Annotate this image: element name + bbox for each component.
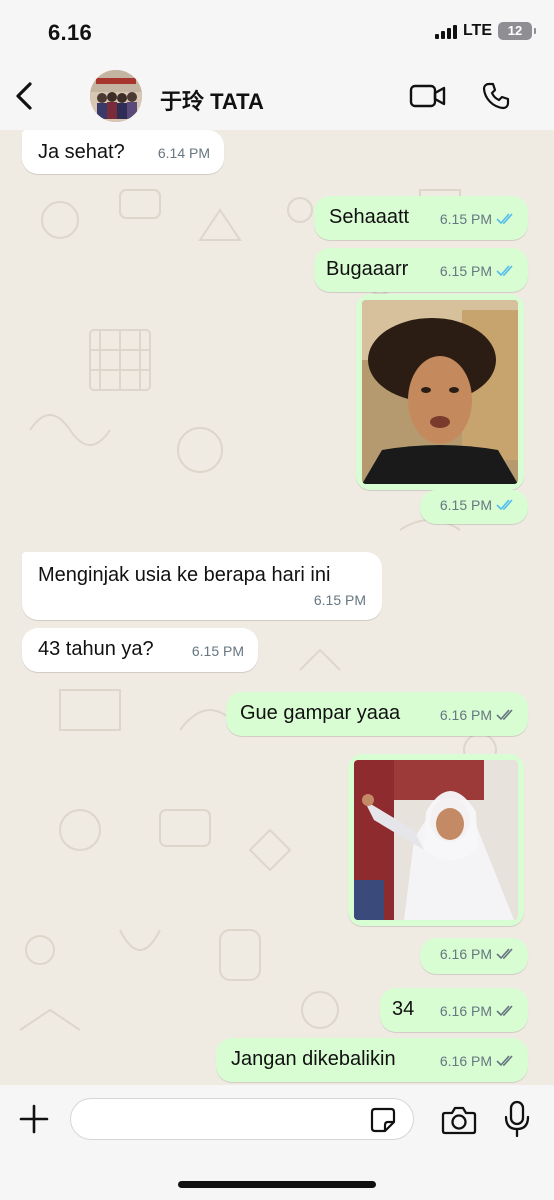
message-bubble-outgoing[interactable]: Sehaaatt 6.15 PM — [314, 196, 528, 240]
microphone-button[interactable] — [502, 1099, 532, 1139]
delivered-ticks-icon — [496, 1055, 513, 1067]
message-bubble-incoming[interactable]: 43 tahun ya? 6.15 PM — [22, 628, 258, 672]
voice-call-button[interactable] — [478, 78, 514, 114]
attach-button[interactable] — [16, 1101, 52, 1137]
message-bubble-incoming[interactable]: Menginjak usia ke berapa hari ini 6.15 P… — [22, 552, 382, 620]
delivered-ticks-icon — [496, 1005, 513, 1017]
sticker-button[interactable] — [368, 1105, 398, 1135]
plus-icon — [19, 1104, 49, 1134]
camera-button[interactable] — [440, 1103, 478, 1137]
message-time: 6.15 PM — [440, 258, 516, 284]
chevron-left-icon — [16, 82, 32, 110]
chat-area[interactable]: Ja sehat? 6.14 PM Sehaaatt 6.15 PM Bugaa… — [0, 130, 554, 1085]
read-ticks-icon — [496, 265, 513, 277]
battery-icon: 12 — [498, 22, 536, 40]
phone-icon — [482, 82, 510, 110]
delivered-ticks-icon — [496, 948, 513, 960]
message-time: 6.16 PM — [440, 941, 516, 967]
sticker-icon — [370, 1107, 396, 1133]
message-time: 6.16 PM — [440, 998, 516, 1024]
network-type: LTE — [462, 22, 492, 39]
contact-name[interactable]: 于玲 TATA — [160, 84, 264, 116]
message-time: 6.15 PM — [313, 592, 366, 608]
message-text: Ja sehat? — [38, 141, 125, 163]
message-text: Bugaaarr — [326, 258, 409, 280]
photo-girl-hijab[interactable] — [354, 760, 518, 920]
back-button[interactable] — [10, 78, 38, 114]
message-bubble-outgoing[interactable]: Gue gampar yaaa 6.16 PM — [226, 692, 528, 736]
video-camera-icon — [409, 84, 446, 108]
avatar-photo — [90, 70, 142, 122]
message-input[interactable] — [70, 1098, 414, 1140]
camera-icon — [441, 1106, 477, 1135]
message-bubble-outgoing[interactable]: 34 6.16 PM — [380, 988, 528, 1032]
message-bubble-outgoing[interactable]: Jangan dikebalikin 6.16 PM — [216, 1038, 528, 1082]
read-ticks-icon — [496, 213, 513, 225]
message-text: Sehaaatt — [329, 206, 410, 228]
image-message[interactable] — [348, 754, 524, 926]
image-message-time-bubble: 6.16 PM — [420, 938, 528, 974]
status-time: 6.16 — [48, 20, 93, 45]
message-text: Jangan dikebalikin — [231, 1048, 396, 1070]
avatar[interactable] — [90, 70, 142, 122]
message-bubble-incoming[interactable]: Ja sehat? 6.14 PM — [22, 130, 224, 174]
microphone-icon — [504, 1100, 530, 1138]
message-text: 34 — [392, 998, 415, 1020]
message-text: 43 tahun ya? — [38, 638, 154, 660]
message-time: 6.15 PM — [440, 206, 516, 232]
image-message[interactable] — [356, 294, 524, 490]
status-indicators: LTE 12 — [434, 22, 536, 40]
message-bubble-outgoing[interactable]: Bugaaarr 6.15 PM — [314, 248, 528, 292]
message-time: 6.14 PM — [157, 145, 210, 161]
read-ticks-icon — [496, 499, 513, 511]
status-bar: 6.16 LTE 12 — [0, 0, 554, 64]
photo-selfie[interactable] — [362, 300, 518, 484]
delivered-ticks-icon — [496, 709, 513, 721]
message-time: 6.15 PM — [191, 643, 244, 659]
chat-header: 于玲 TATA — [0, 64, 554, 130]
image-message-time-bubble: 6.15 PM — [420, 490, 528, 524]
input-bar — [0, 1085, 554, 1200]
message-time: 6.15 PM — [440, 492, 516, 518]
signal-icon — [434, 23, 457, 39]
video-call-button[interactable] — [408, 80, 448, 112]
message-text: Menginjak usia ke berapa hari ini — [38, 564, 331, 586]
message-text: Gue gampar yaaa — [240, 702, 401, 724]
message-time: 6.16 PM — [440, 702, 516, 728]
home-indicator[interactable] — [178, 1181, 376, 1188]
message-time: 6.16 PM — [440, 1048, 516, 1074]
